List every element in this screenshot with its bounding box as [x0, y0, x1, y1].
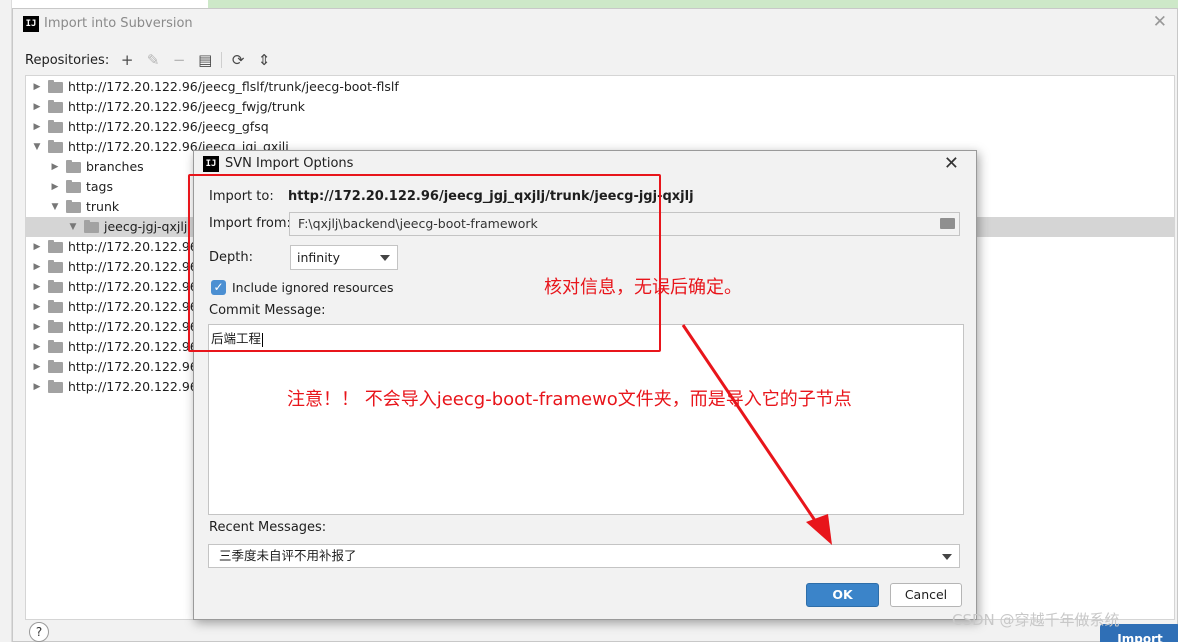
tree-row-label: branches: [86, 159, 144, 174]
folder-icon: [66, 160, 81, 173]
annotation-note-confirm: 核对信息，无误后确定。: [544, 277, 742, 298]
refresh-icon[interactable]: ⟳: [228, 50, 248, 70]
tree-row-label: tags: [86, 179, 114, 194]
tree-row[interactable]: ▶ http://172.20.122.96/jeecg_fwjg/trunk: [26, 97, 1174, 117]
recent-messages-select[interactable]: 三季度未自评不用补报了: [208, 544, 960, 568]
remove-icon[interactable]: −: [169, 50, 189, 70]
main-dialog-title: Import into Subversion: [44, 16, 193, 31]
tree-row-label: trunk: [86, 199, 120, 214]
collapsed-arrow-icon[interactable]: ▶: [32, 357, 42, 377]
svn-dialog-title: SVN Import Options: [225, 156, 354, 171]
collapsed-arrow-icon[interactable]: ▶: [50, 157, 60, 177]
collapsed-arrow-icon[interactable]: ▶: [32, 377, 42, 397]
folder-icon: [48, 120, 63, 133]
collapsed-arrow-icon[interactable]: ▶: [32, 257, 42, 277]
toolbar-divider: [221, 52, 223, 68]
collapsed-arrow-icon[interactable]: ▶: [32, 317, 42, 337]
expanded-arrow-icon[interactable]: ▼: [32, 137, 42, 157]
intellij-icon: IJ: [23, 16, 39, 32]
tree-row-label: http://172.20.122.96/jeecg_fwjg/trunk: [68, 99, 306, 114]
clipboard-icon[interactable]: ▤: [195, 50, 215, 70]
collapsed-arrow-icon[interactable]: ▶: [32, 117, 42, 137]
recent-messages-value: 三季度未自评不用补报了: [219, 548, 357, 563]
folder-icon: [48, 240, 63, 253]
collapsed-arrow-icon[interactable]: ▶: [32, 97, 42, 117]
collapsed-arrow-icon[interactable]: ▶: [32, 77, 42, 97]
expanded-arrow-icon[interactable]: ▼: [50, 197, 60, 217]
svn-close-button[interactable]: ✕: [944, 155, 959, 173]
folder-icon: [48, 360, 63, 373]
add-icon[interactable]: +: [117, 50, 137, 70]
collapsed-arrow-icon[interactable]: ▶: [50, 177, 60, 197]
help-button[interactable]: ?: [29, 622, 49, 642]
cancel-button[interactable]: Cancel: [890, 583, 962, 607]
expanded-arrow-icon[interactable]: ▼: [68, 217, 78, 237]
tree-row-label: jeecg-jgj-qxjlj: [104, 219, 188, 234]
tree-row[interactable]: ▶ http://172.20.122.96/jeecg_gfsq: [26, 117, 1174, 137]
main-close-button[interactable]: ✕: [1153, 14, 1167, 31]
folder-icon: [48, 80, 63, 93]
repositories-toolbar: Repositories: + ✎ − ▤ ⟳ ⇕: [25, 50, 280, 70]
collapsed-arrow-icon[interactable]: ▶: [32, 237, 42, 257]
folder-icon: [48, 380, 63, 393]
annotation-note-warning: 注意！！ 不会导入jeecg-boot-framewo文件夹，而是导入它的子节点: [287, 389, 852, 410]
folder-icon: [48, 300, 63, 313]
folder-icon: [66, 200, 81, 213]
tree-row[interactable]: ▶ http://172.20.122.96/jeecg_flslf/trunk/…: [26, 77, 1174, 97]
main-titlebar: IJ Import into Subversion ✕: [13, 9, 1177, 39]
tree-row-label: http://172.20.122.96/jeecg_gfsq: [68, 119, 269, 134]
collapsed-arrow-icon[interactable]: ▶: [32, 277, 42, 297]
folder-browse-icon[interactable]: [940, 218, 955, 229]
folder-icon: [48, 100, 63, 113]
folder-icon: [48, 280, 63, 293]
annotation-highlight-box: [188, 174, 661, 352]
recent-messages-label: Recent Messages:: [209, 520, 327, 535]
folder-icon: [48, 260, 63, 273]
chevron-down-icon: [942, 554, 952, 560]
folder-icon: [48, 320, 63, 333]
intellij-icon: IJ: [203, 156, 219, 172]
commit-message-textarea[interactable]: 后端工程: [208, 324, 964, 515]
folder-icon: [66, 180, 81, 193]
edit-icon[interactable]: ✎: [143, 50, 163, 70]
watermark: CSDN @穿越千年做系统: [952, 611, 1120, 629]
folder-icon: [48, 340, 63, 353]
collapse-icon[interactable]: ⇕: [254, 50, 274, 70]
ok-button[interactable]: OK: [806, 583, 879, 607]
folder-icon: [48, 140, 63, 153]
repositories-label: Repositories:: [25, 52, 110, 68]
collapsed-arrow-icon[interactable]: ▶: [32, 337, 42, 357]
tree-row-label: http://172.20.122.96/jeecg_flslf/trunk/j…: [68, 79, 399, 94]
collapsed-arrow-icon[interactable]: ▶: [32, 297, 42, 317]
folder-icon: [84, 220, 99, 233]
ide-editor-strip: [208, 0, 1178, 8]
ide-side-strip: [0, 0, 12, 642]
